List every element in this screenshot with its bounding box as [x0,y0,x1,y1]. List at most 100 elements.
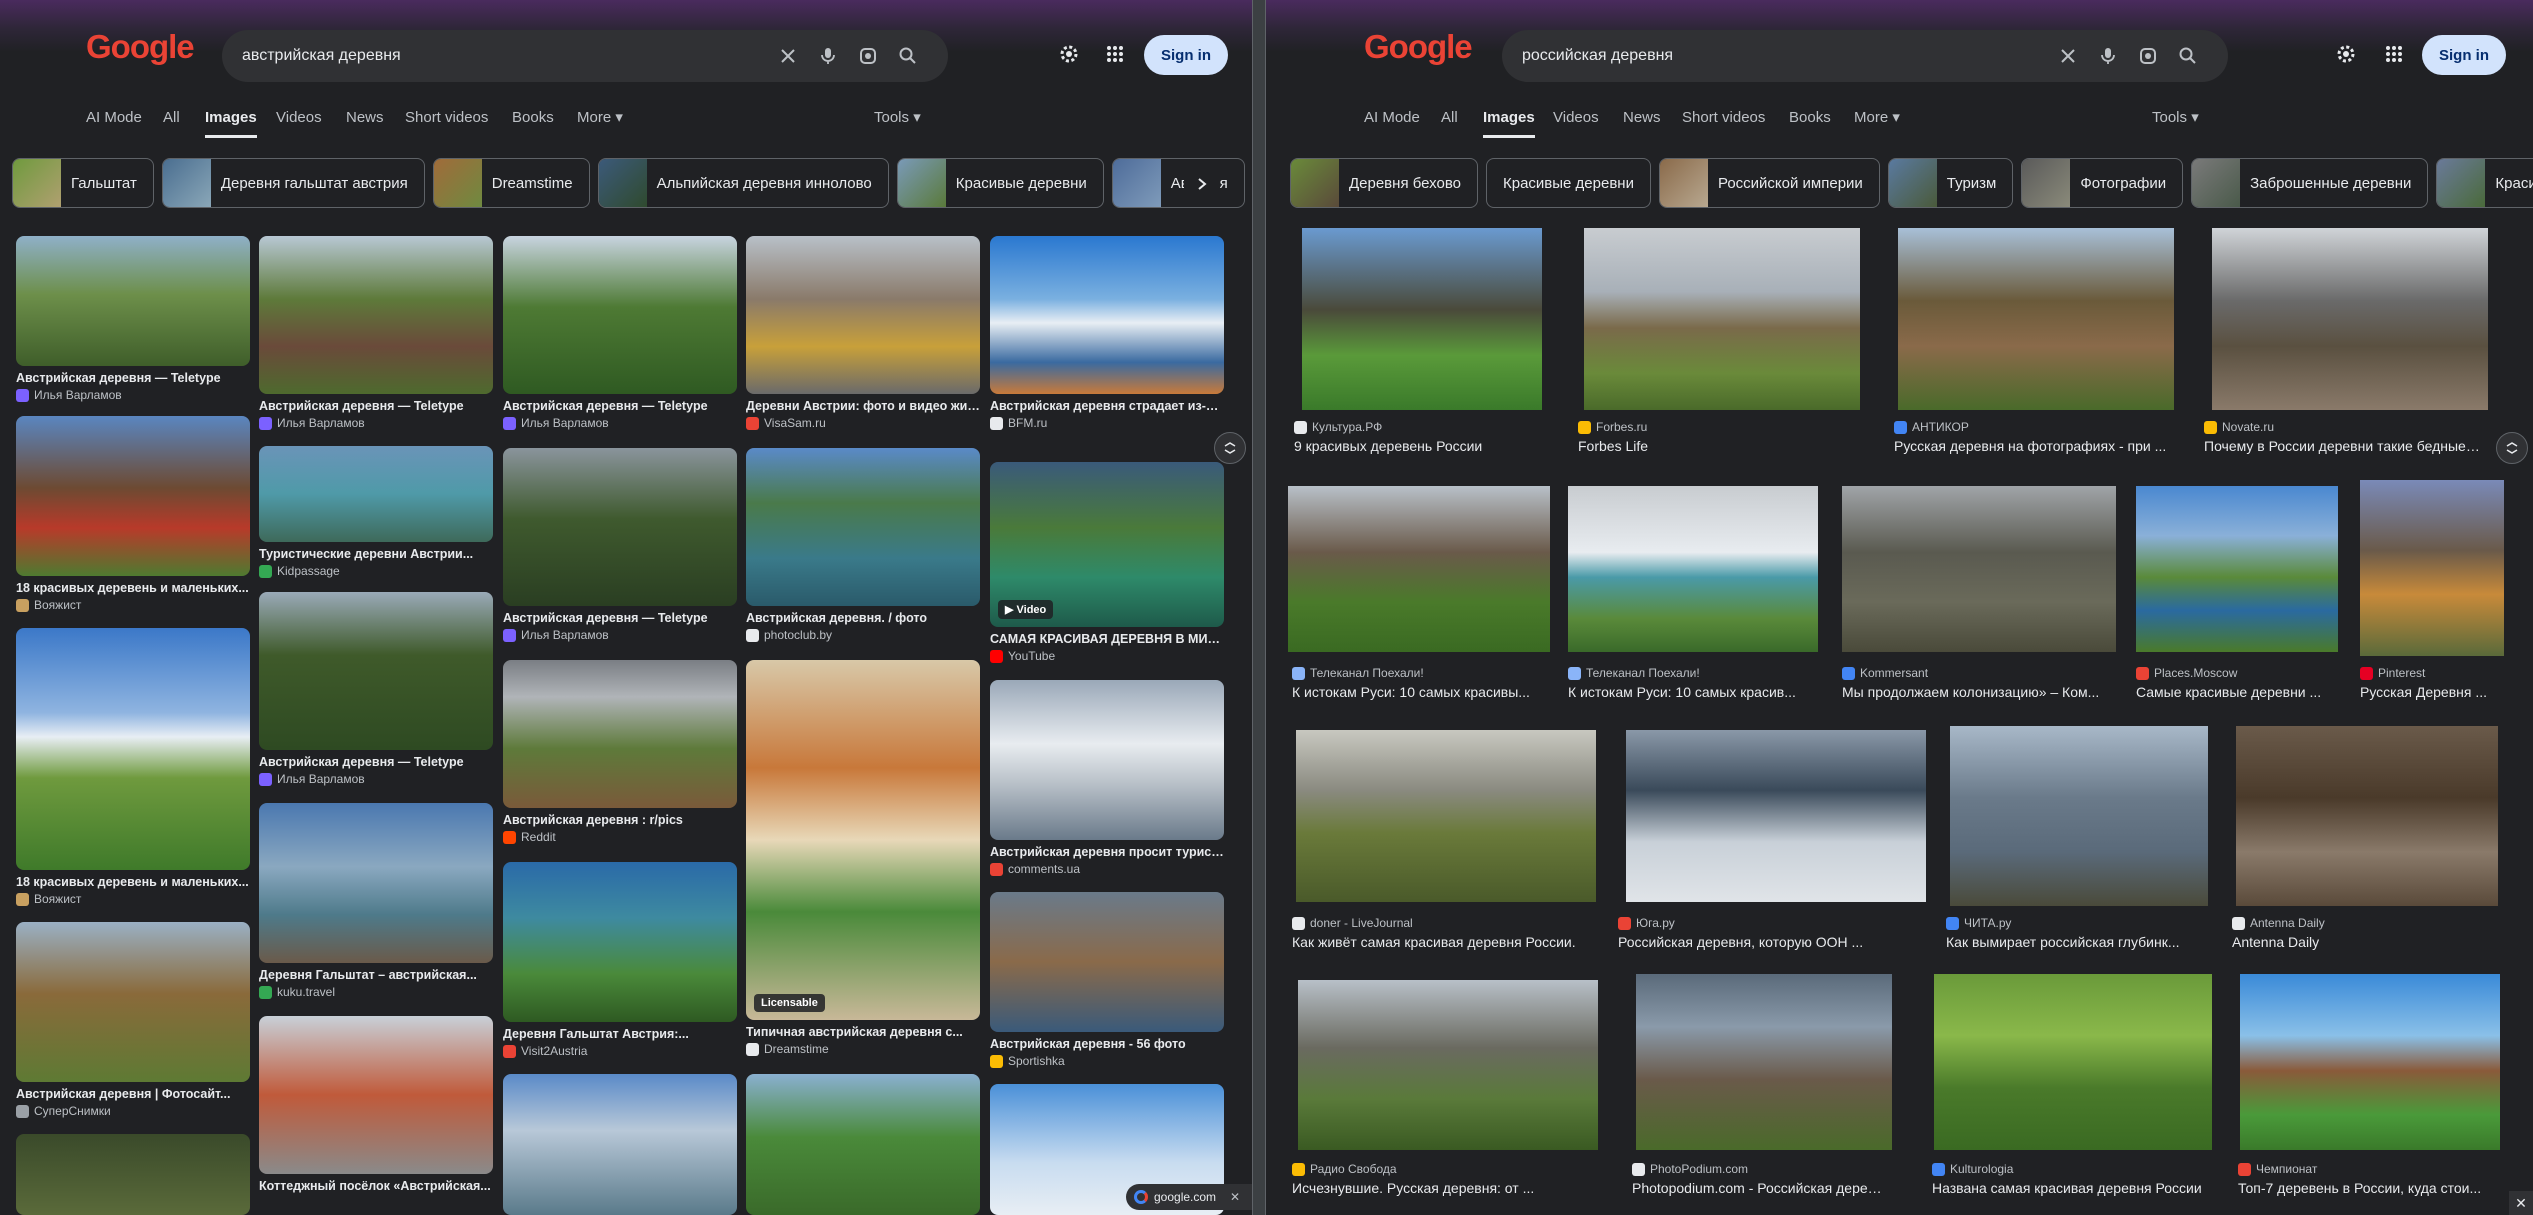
image-result[interactable]: 18 красивых деревень и маленьких... Вояж… [16,628,250,907]
tab-ai-mode[interactable]: AI Mode [86,104,142,138]
image-result[interactable]: Коттеджный посёлок «Австрийская... [259,1016,493,1194]
image-result[interactable]: Юга.ру Российская деревня, которую ООН .… [1618,730,1926,956]
result-title[interactable]: Австрийская деревня - 56 фото [990,1036,1224,1052]
result-source[interactable]: Sportishka [990,1053,1224,1069]
result-title[interactable]: 18 красивых деревень и маленьких... [16,874,250,890]
chip[interactable]: Фотографии [2021,158,2184,208]
image-result[interactable] [746,1074,980,1215]
result-title[interactable]: Русская Деревня ... [2360,684,2504,700]
mic-icon[interactable] [2088,36,2128,76]
result-title[interactable]: К истокам Руси: 10 самых красивы... [1292,684,1554,700]
image-result[interactable]: Деревни Австрии: фото и видео жизни... V… [746,236,980,431]
apps-icon[interactable] [1095,34,1135,74]
tab-news[interactable]: News [1623,104,1661,138]
chip[interactable]: Гальштат [12,158,154,208]
result-source[interactable]: VisaSam.ru [746,415,980,431]
result-source[interactable]: BFM.ru [990,415,1224,431]
tab-images[interactable]: Images [1483,104,1535,138]
result-title[interactable]: Русская деревня на фотографиях - при ... [1894,438,2170,454]
result-title[interactable]: Австрийская деревня страдает из-за... [990,398,1224,414]
result-title[interactable]: Почему в России деревни такие бедные ... [2204,438,2480,454]
tab-short-videos[interactable]: Short videos [1682,104,1765,138]
result-source[interactable]: Forbes.ru [1578,420,1854,434]
result-source[interactable]: Илья Варламов [259,771,493,787]
result-thumbnail[interactable]: Licensable [746,660,980,1020]
result-thumbnail[interactable] [1288,486,1550,652]
tab-more[interactable]: More ▾ [577,104,623,138]
result-title[interactable]: 9 красивых деревень России [1294,438,1534,454]
result-thumbnail[interactable] [259,1016,493,1174]
result-source[interactable]: Novate.ru [2204,420,2480,434]
result-source[interactable]: Илья Варламов [503,415,737,431]
result-thumbnail[interactable] [16,416,250,576]
result-source[interactable]: Вояжист [16,891,250,907]
result-source[interactable]: Культура.РФ [1294,420,1534,434]
result-thumbnail[interactable] [259,446,493,542]
tab-all[interactable]: All [1441,104,1458,138]
lens-float-icon[interactable] [1214,432,1246,464]
result-title[interactable]: Исчезнувшие. Русская деревня: от ... [1292,1180,1592,1196]
result-source[interactable]: СуперСнимки [16,1103,250,1119]
image-result[interactable]: Kulturologia Названа самая красивая дере… [1932,974,2212,1200]
image-result[interactable]: Австрийская деревня — Teletype Илья Варл… [259,236,493,431]
result-thumbnail[interactable] [16,1134,250,1215]
chip[interactable]: Австрия [1111,158,1245,208]
result-source[interactable]: photoclub.by [746,627,980,643]
image-result[interactable]: doner - LiveJournal Как живёт самая крас… [1292,730,1596,956]
result-thumbnail[interactable] [2136,486,2338,652]
image-result[interactable]: 18 красивых деревень и маленьких... Вояж… [16,416,250,613]
result-thumbnail[interactable] [1296,730,1596,902]
result-source[interactable]: АНТИКОР [1894,420,2170,434]
chip[interactable]: Российской империи [1658,158,1880,208]
result-title[interactable]: Названа самая красивая деревня России [1932,1180,2210,1196]
result-source[interactable]: Илья Варламов [259,415,493,431]
image-result[interactable]: Antenna Daily Antenna Daily [2232,726,2498,956]
search-box[interactable]: австрийская деревня [222,30,948,82]
result-thumbnail[interactable] [746,236,980,394]
chip[interactable]: Альпийская деревня иннолово [597,158,889,208]
image-result[interactable]: Австрийская деревня | Фотосайт... СуперС… [16,922,250,1119]
chip[interactable]: Красив [2436,158,2533,208]
result-title[interactable]: Австрийская деревня — Teletype [503,398,737,414]
search-icon[interactable] [888,36,928,76]
result-source[interactable]: Visit2Austria [503,1043,737,1059]
image-result[interactable]: Licensable Типичная австрийская деревня … [746,660,980,1057]
result-thumbnail[interactable] [503,660,737,808]
result-thumbnail[interactable] [746,448,980,606]
result-thumbnail[interactable] [1950,726,2208,906]
tools-button[interactable]: Tools ▾ [874,104,921,138]
result-thumbnail[interactable] [1636,974,1892,1150]
image-result[interactable]: Австрийская деревня — Teletype Илья Варл… [503,448,737,643]
result-source[interactable]: doner - LiveJournal [1292,916,1592,930]
chip[interactable]: Туризм [1887,158,2014,208]
image-result[interactable]: Чемпионат Топ-7 деревень в России, куда … [2238,974,2500,1200]
search-icon[interactable] [2168,36,2208,76]
result-title[interactable]: Австрийская деревня : r/pics [503,812,737,828]
image-result[interactable]: Радио Свобода Исчезнувшие. Русская дерев… [1292,980,1598,1200]
chip[interactable]: Dreamstime [432,158,590,208]
image-result[interactable]: Культура.РФ 9 красивых деревень России [1294,228,1542,458]
result-thumbnail[interactable] [1568,486,1818,652]
result-title[interactable]: Типичная австрийская деревня с... [746,1024,980,1040]
tab-videos[interactable]: Videos [1553,104,1599,138]
tab-books[interactable]: Books [1789,104,1831,138]
tab-books[interactable]: Books [512,104,554,138]
image-result[interactable]: Австрийская деревня — Teletype Илья Варл… [259,592,493,787]
result-thumbnail[interactable] [259,592,493,750]
result-source[interactable]: Kommersant [1842,666,2116,680]
image-result[interactable]: Деревня Гальштат – австрийская... kuku.t… [259,803,493,1000]
clear-icon[interactable] [2048,36,2088,76]
lens-float-icon[interactable] [2496,432,2528,464]
result-thumbnail[interactable] [1298,980,1598,1150]
tab-videos[interactable]: Videos [276,104,322,138]
result-thumbnail[interactable] [746,1074,980,1215]
image-result[interactable]: ▶ Video САМАЯ КРАСИВАЯ ДЕРЕВНЯ В МИР... … [990,462,1224,664]
google-logo[interactable]: Google [86,28,195,66]
result-thumbnail[interactable] [990,236,1224,394]
image-result[interactable]: Телеканал Поехали! К истокам Руси: 10 са… [1288,486,1550,706]
result-thumbnail[interactable] [16,922,250,1082]
result-thumbnail[interactable] [990,680,1224,840]
result-title[interactable]: САМАЯ КРАСИВАЯ ДЕРЕВНЯ В МИР... [990,631,1224,647]
google-logo[interactable]: Google [1364,28,1473,66]
lens-icon[interactable] [848,36,888,76]
